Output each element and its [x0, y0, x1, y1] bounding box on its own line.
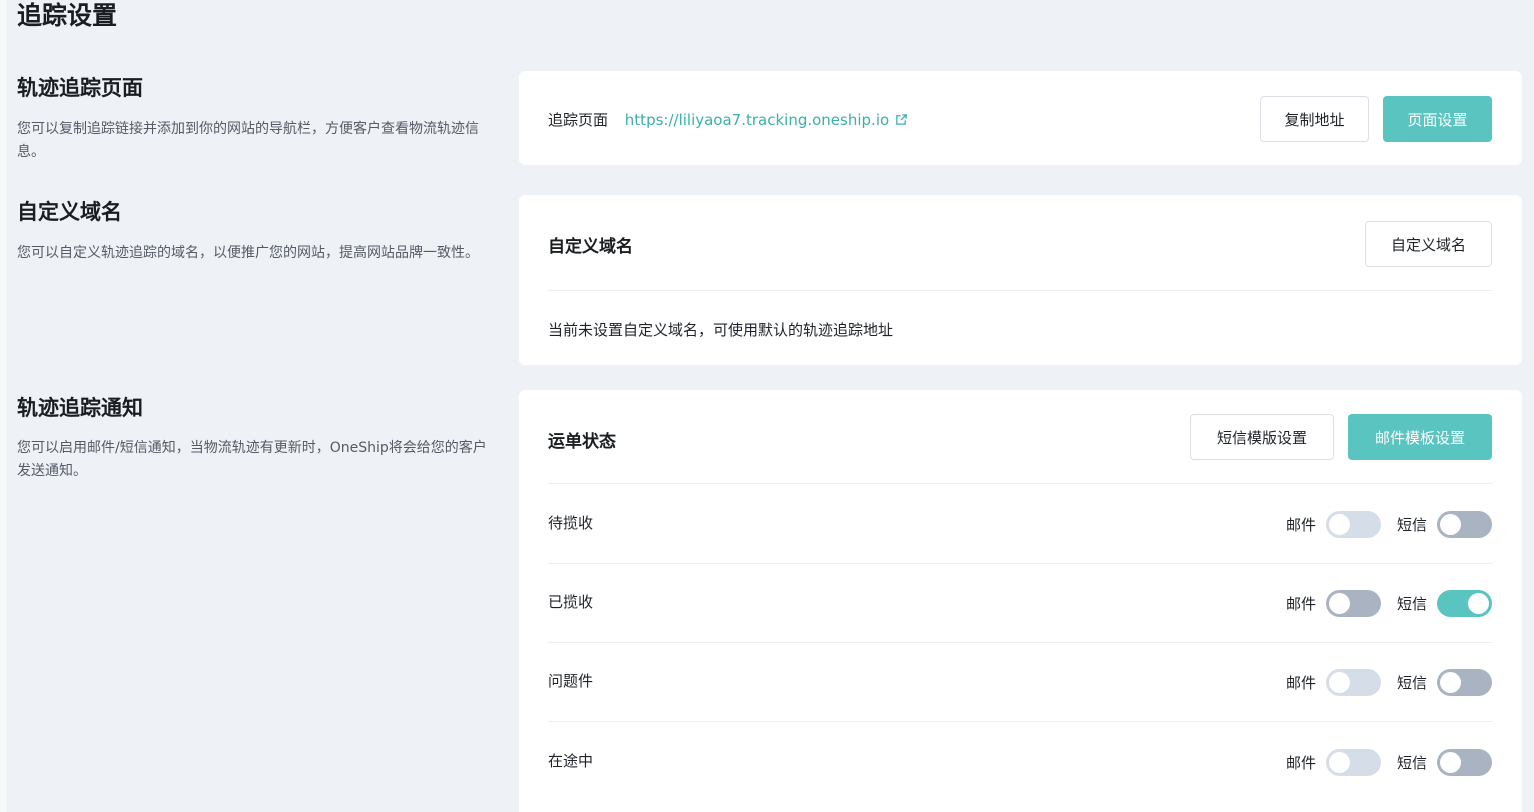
sms-template-settings-button[interactable]: 短信模版设置	[1190, 414, 1334, 460]
custom-domain-status-text: 当前未设置自定义域名，可使用默认的轨迹追踪地址	[548, 321, 894, 339]
custom-domain-section-desc: 您可以自定义轨迹追踪的域名，以便推广您的网站，提高网站品牌一致性。	[17, 245, 479, 261]
status-row-label: 已揽收	[548, 593, 594, 611]
email-toggle-label: 邮件	[1285, 674, 1316, 692]
email-toggle[interactable]	[1325, 511, 1381, 538]
email-template-settings-button[interactable]: 邮件模板设置	[1348, 414, 1492, 460]
custom-domain-button[interactable]: 自定义域名	[1365, 221, 1492, 267]
sms-toggle[interactable]	[1437, 590, 1492, 617]
status-row-toggles: 邮件 短信	[1286, 511, 1492, 538]
custom-domain-section-title: 自定义域名	[17, 200, 122, 224]
sms-toggle-label: 短信	[1396, 595, 1427, 613]
toggle-knob	[1468, 593, 1489, 614]
status-row-toggles: 邮件 短信	[1286, 669, 1492, 696]
custom-domain-divider	[548, 290, 1493, 291]
status-row-toggles: 邮件 短信	[1286, 590, 1492, 617]
status-row: 问题件 邮件 短信	[519, 642, 1522, 722]
toggle-knob	[1440, 672, 1461, 693]
toggle-knob	[1440, 514, 1461, 535]
sms-toggle[interactable]	[1437, 669, 1492, 696]
bottom-strip	[519, 800, 1522, 812]
status-row-label: 待揽收	[548, 514, 594, 532]
toggle-knob	[1328, 672, 1350, 693]
sms-toggle-label: 短信	[1396, 516, 1427, 534]
toggle-knob	[1328, 593, 1350, 614]
tracking-page-url-text: https://liliyaoa7.tracking.oneship.io	[624, 111, 890, 129]
status-row-label: 在途中	[548, 752, 594, 770]
tracking-page-label: 追踪页面	[548, 111, 609, 129]
sms-toggle-label: 短信	[1396, 674, 1427, 692]
email-toggle[interactable]	[1325, 669, 1381, 696]
tracking-page-section-desc: 您可以复制追踪链接并添加到你的网站的导航栏，方便客户查看物流轨迹信息。	[17, 121, 479, 160]
notification-section-desc: 您可以启用邮件/短信通知，当物流轨迹有更新时，OneShip将会给您的客户发送通…	[17, 440, 487, 479]
email-toggle[interactable]	[1325, 749, 1381, 776]
external-link-icon	[896, 114, 907, 125]
status-row: 待揽收 邮件 短信	[519, 484, 1522, 564]
custom-domain-card-title: 自定义域名	[548, 237, 633, 257]
status-row-toggles: 邮件 短信	[1286, 749, 1492, 776]
email-toggle-label: 邮件	[1285, 516, 1316, 534]
notification-section-title: 轨迹追踪通知	[17, 396, 143, 420]
tracking-page-url-link[interactable]: https://liliyaoa7.tracking.oneship.io	[625, 111, 908, 129]
tracking-page-section-title: 轨迹追踪页面	[17, 76, 143, 100]
status-row: 在途中 邮件 短信	[519, 722, 1522, 802]
page-settings-button[interactable]: 页面设置	[1383, 96, 1492, 142]
notification-card: 运单状态 短信模版设置 邮件模板设置 待揽收 邮件 短信 已揽收 邮件 短信 问题件 邮件 短信…	[519, 390, 1522, 812]
waybill-status-title: 运单状态	[548, 432, 616, 452]
copy-address-button[interactable]: 复制地址	[1260, 96, 1369, 142]
toggle-knob	[1440, 752, 1461, 773]
page-title: 追踪设置	[17, 1, 118, 30]
toggle-knob	[1328, 752, 1350, 773]
sms-toggle-label: 短信	[1396, 754, 1427, 772]
email-toggle-label: 邮件	[1285, 754, 1316, 772]
custom-domain-card: 自定义域名 自定义域名 当前未设置自定义域名，可使用默认的轨迹追踪地址	[519, 195, 1522, 365]
left-edge	[0, 0, 7, 812]
email-toggle[interactable]	[1325, 590, 1381, 617]
toggle-knob	[1328, 514, 1350, 535]
sms-toggle[interactable]	[1437, 749, 1492, 776]
sms-toggle[interactable]	[1437, 511, 1492, 538]
tracking-page-url-row: 追踪页面 https://liliyaoa7.tracking.oneship.…	[548, 109, 908, 130]
email-toggle-label: 邮件	[1285, 595, 1316, 613]
status-row-label: 问题件	[548, 672, 594, 690]
tracking-page-card: 追踪页面 https://liliyaoa7.tracking.oneship.…	[519, 71, 1522, 165]
status-row: 已揽收 邮件 短信	[519, 563, 1522, 643]
